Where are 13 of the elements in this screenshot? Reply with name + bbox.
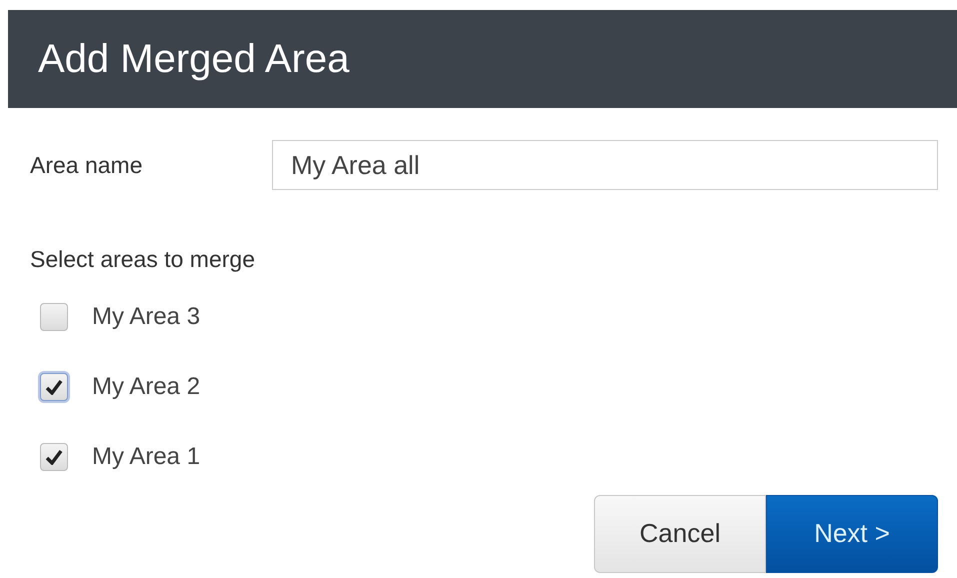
section-label: Select areas to merge (30, 245, 256, 274)
checkbox[interactable] (40, 442, 68, 470)
checkbox-label: My Area 2 (92, 372, 200, 402)
check-icon (45, 378, 63, 394)
checkbox-label: My Area 1 (92, 442, 200, 472)
next-button[interactable]: Next > (766, 494, 938, 572)
checkbox-label: My Area 3 (92, 302, 200, 332)
field-label: Area name (30, 150, 144, 180)
input-field[interactable]: My Area all (272, 140, 938, 190)
cancel-button[interactable]: Cancel (594, 494, 766, 572)
dialog-title: Add Merged Area (38, 36, 350, 83)
check-icon (45, 448, 63, 464)
checkbox[interactable] (40, 302, 68, 330)
